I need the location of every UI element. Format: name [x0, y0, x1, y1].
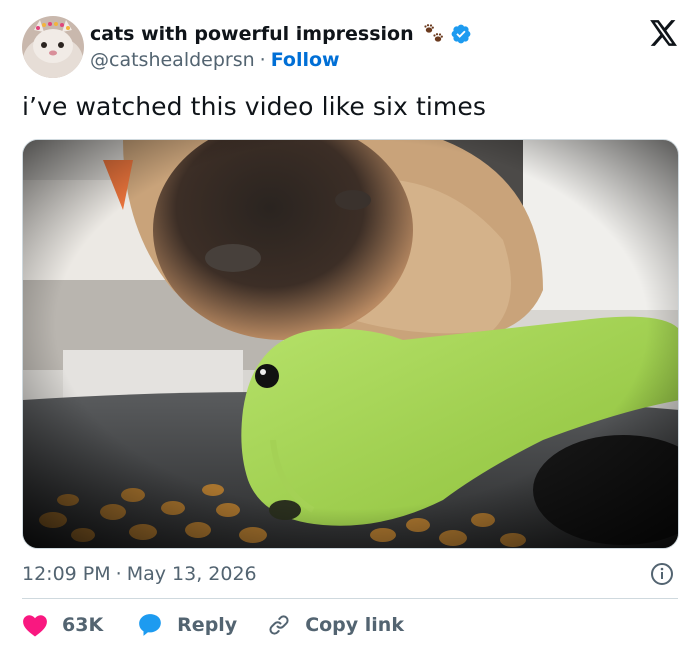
like-count: 63K	[62, 614, 104, 636]
tweet-timestamp[interactable]: 12:09 PM · May 13, 2026	[22, 562, 257, 586]
reply-bubble-icon	[139, 614, 162, 636]
verified-badge-icon	[450, 23, 472, 45]
heart-icon	[23, 615, 47, 637]
author-handle[interactable]: @catshealdeprsn	[90, 49, 255, 71]
reply-button[interactable]: Reply	[137, 612, 237, 638]
x-logo-icon[interactable]	[650, 20, 678, 46]
copy-link-label: Copy link	[305, 614, 404, 636]
paw-prints-icon	[422, 22, 446, 46]
avatar[interactable]	[22, 16, 84, 78]
info-icon[interactable]	[650, 562, 674, 586]
tweet-date: May 13, 2026	[126, 563, 257, 585]
like-button[interactable]: 63K	[22, 613, 103, 637]
link-icon	[269, 615, 289, 635]
reply-label: Reply	[177, 614, 238, 636]
follow-button[interactable]: Follow	[271, 49, 340, 71]
tweet-actions: 63K Reply Copy link	[22, 610, 404, 640]
author-handle-row: @catshealdeprsn · Follow	[90, 48, 340, 72]
author-name-row: cats with powerful impression	[90, 21, 472, 47]
separator-dot: ·	[115, 563, 122, 585]
tweet-text: i’ve watched this video like six times	[22, 92, 486, 121]
author-display-name[interactable]: cats with powerful impression	[90, 23, 414, 45]
tweet-time: 12:09 PM	[22, 563, 111, 585]
video-player[interactable]	[22, 139, 679, 549]
copy-link-button[interactable]: Copy link	[267, 613, 404, 637]
separator-dot: ·	[259, 49, 266, 71]
divider	[22, 598, 678, 599]
